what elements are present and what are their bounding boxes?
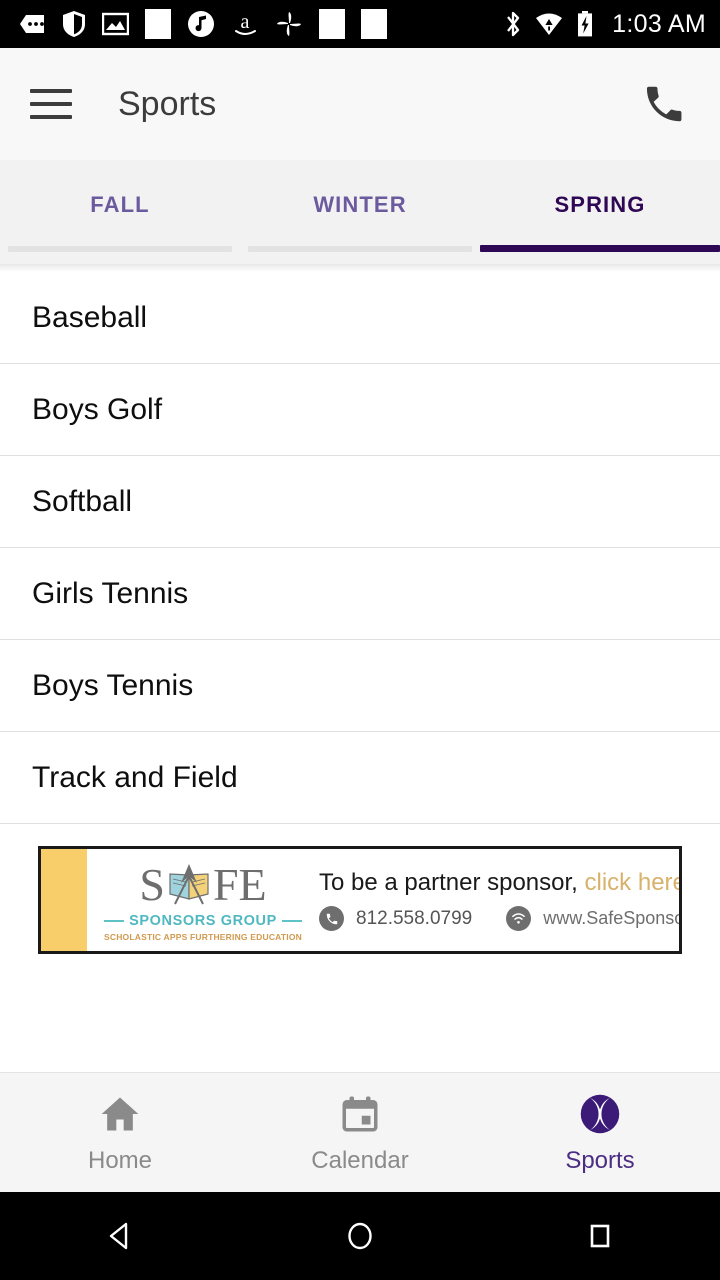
list-item[interactable]: Track and Field (0, 732, 720, 824)
amazon-icon: a (231, 9, 259, 39)
rule-right (281, 920, 302, 922)
sport-label-girls-tennis: Girls Tennis (32, 576, 189, 610)
ad-cta-link[interactable]: click here! (585, 869, 679, 896)
logo-tagline: SCHOLASTIC APPS FURTHERING EDUCATION (104, 932, 302, 942)
photo-icon (102, 9, 129, 39)
calendar-icon (339, 1091, 381, 1137)
ad-headline: To be a partner sponsor, click here! (319, 869, 679, 897)
home-icon (98, 1091, 142, 1137)
list-item[interactable]: Boys Tennis (0, 640, 720, 732)
blank-app-icon-3 (361, 9, 387, 39)
status-bar: a 1:03 AM (0, 0, 720, 48)
sponsor-ad-container: S F E SPONSORS GROUP SCHOLASTIC APPS FUR… (0, 824, 720, 954)
ad-headline-main: To be a partner sponsor, (319, 869, 578, 896)
sponsor-ad-banner[interactable]: S F E SPONSORS GROUP SCHOLASTIC APPS FUR… (38, 846, 682, 954)
sponsors-group-label: SPONSORS GROUP (129, 913, 277, 929)
tab-fall[interactable]: FALL (0, 160, 240, 264)
page-title: Sports (118, 84, 217, 123)
battery-charging-icon (576, 9, 594, 39)
app-root: a 1:03 AM Sports FALL WINTER SPRING Base… (0, 0, 720, 1280)
nav-item-calendar[interactable]: Calendar (240, 1073, 480, 1192)
nav-label-home: Home (87, 1146, 153, 1174)
wifi-circle-icon (506, 906, 532, 931)
sport-label-baseball: Baseball (32, 300, 148, 334)
nav-item-sports[interactable]: Sports (480, 1073, 720, 1192)
shield-icon (62, 9, 86, 39)
recents-square-icon[interactable] (480, 1219, 720, 1253)
list-item[interactable]: Baseball (0, 272, 720, 364)
back-triangle-icon[interactable] (0, 1218, 240, 1254)
safe-letter-s: S (139, 859, 165, 910)
sport-label-track-and-field: Track and Field (32, 760, 238, 794)
ad-body: S F E SPONSORS GROUP SCHOLASTIC APPS FUR… (87, 849, 679, 951)
sports-ball-icon (578, 1091, 622, 1137)
status-bar-clock: 1:03 AM (612, 9, 706, 38)
tab-spring-label: SPRING (554, 192, 646, 217)
list-item[interactable]: Girls Tennis (0, 548, 720, 640)
android-system-nav (0, 1192, 720, 1280)
phone-icon[interactable] (638, 78, 690, 130)
messages-icon (18, 9, 46, 39)
sport-label-boys-golf: Boys Golf (32, 392, 163, 426)
app-bar: Sports (0, 48, 720, 160)
status-bar-notification-icons: a (18, 9, 504, 39)
sport-label-boys-tennis: Boys Tennis (32, 668, 194, 702)
ad-contact-row: 812.558.0799 www.SafeSponsors.com (319, 906, 679, 931)
tab-fall-label: FALL (90, 192, 150, 217)
safe-wordmark: S F E (139, 858, 266, 912)
safe-letter-e: E (238, 859, 267, 910)
tabs-divider-shadow (0, 264, 720, 272)
tab-fall-underline (8, 246, 232, 252)
nav-label-calendar: Calendar (311, 1146, 409, 1174)
season-tabs: FALL WINTER SPRING (0, 160, 720, 264)
svg-text:a: a (241, 11, 250, 33)
hamburger-menu-icon[interactable] (30, 89, 72, 119)
home-circle-icon[interactable] (240, 1218, 480, 1254)
open-book-icon (166, 863, 212, 907)
blank-app-icon (145, 9, 171, 39)
tab-spring-underline (480, 245, 720, 252)
safe-letter-f: F (212, 859, 239, 910)
status-bar-system-icons: 1:03 AM (504, 9, 706, 39)
pinwheel-photos-icon (275, 9, 303, 39)
sport-label-softball: Softball (32, 484, 133, 518)
ad-text-block: To be a partner sponsor, click here! 812… (305, 869, 679, 931)
tab-winter-underline (248, 246, 472, 252)
nav-item-home[interactable]: Home (0, 1073, 240, 1192)
list-item[interactable]: Boys Golf (0, 364, 720, 456)
ad-phone-number[interactable]: 812.558.0799 (356, 908, 472, 930)
nav-label-sports: Sports (565, 1146, 635, 1174)
music-note-icon (187, 9, 215, 39)
ad-left-color-bar (41, 849, 87, 951)
blank-app-icon-2 (319, 9, 345, 39)
phone-circle-icon (319, 906, 344, 931)
tab-winter[interactable]: WINTER (240, 160, 480, 264)
list-item[interactable]: Softball (0, 456, 720, 548)
bottom-navigation-bar: Home Calendar Sports (0, 1072, 720, 1192)
wifi-alert-icon (534, 9, 564, 39)
rule-left (104, 920, 125, 922)
tab-spring[interactable]: SPRING (480, 160, 720, 264)
sports-list-content: Baseball Boys Golf Softball Girls Tennis… (0, 272, 720, 1072)
safe-sponsors-logo: S F E SPONSORS GROUP SCHOLASTIC APPS FUR… (93, 858, 305, 942)
bluetooth-icon (504, 9, 522, 39)
ad-website-url[interactable]: www.SafeSponsors.com (543, 908, 679, 929)
sponsors-group-row: SPONSORS GROUP (104, 913, 302, 929)
tab-winter-label: WINTER (313, 192, 407, 217)
